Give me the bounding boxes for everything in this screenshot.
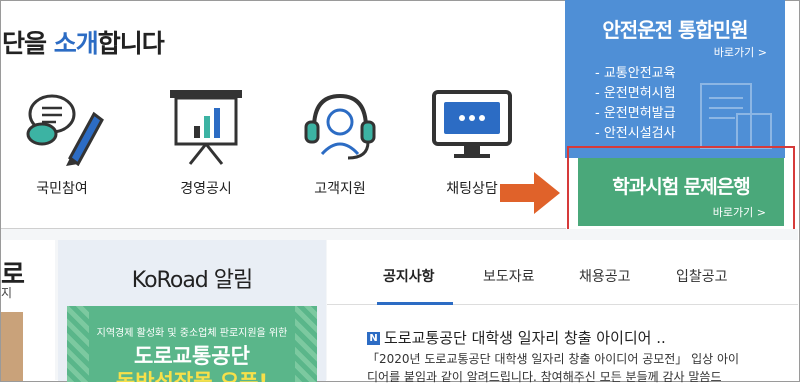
- service-management-disclosure[interactable]: 경영공시: [158, 88, 254, 198]
- koroad-news-panel: KoRoad 알림 지역경제 활성화 및 중소업체 판로지원을 위한 도로교통공…: [58, 240, 326, 382]
- notice-body: 「2020년 도로교통공단 대학생 일자리 창출 아이디어 공모전」 입상 아이…: [367, 350, 787, 386]
- headset-agent-icon: [304, 93, 376, 160]
- tab-press[interactable]: 보도자료: [483, 266, 535, 286]
- exam-bank-go-link[interactable]: 바로가기 >: [713, 204, 766, 220]
- koroad-news-title: KoRoad 알림: [131, 268, 253, 293]
- civil-service-panel[interactable]: 안전운전 통합민원 바로가기 > - 교통안전교육 - 운전면허시험 - 운전면…: [565, 0, 785, 158]
- exam-bank-button[interactable]: 학과시험 문제은행 바로가기 >: [578, 158, 784, 226]
- civil-service-item[interactable]: - 운전면허시험: [595, 84, 676, 104]
- left-panel: 로 지: [1, 240, 55, 381]
- service-customer-support[interactable]: 고객지원: [292, 88, 388, 198]
- tab-notice[interactable]: 공지사항: [383, 266, 435, 286]
- civil-service-go-link[interactable]: 바로가기 >: [714, 44, 767, 60]
- civil-service-list: - 교통안전교육 - 운전면허시험 - 운전면허발급 - 안전시설검사: [595, 64, 676, 144]
- notice-body-line: 「2020년 도로교통공단 대학생 일자리 창출 아이디어 공모전」 입상 아이: [367, 352, 740, 366]
- civil-service-title: 안전운전 통합민원: [602, 18, 748, 42]
- service-citizen-participation[interactable]: 국민참여: [14, 88, 110, 198]
- notice-panel: 공지사항 보도자료 채용공고 입찰공고 N 도로교통공단 대학생 일자리 창출 …: [327, 240, 798, 384]
- document-icon: [700, 83, 772, 149]
- exam-bank-title: 학과시험 문제은행: [612, 176, 750, 198]
- speech-pen-icon: [26, 94, 104, 167]
- arrow-right-icon: [500, 172, 560, 214]
- intro-headline: 단을 소개합니다: [2, 29, 165, 58]
- notice-headline-link[interactable]: 도로교통공단 대학생 일자리 창출 아이디어 ..: [384, 327, 666, 348]
- tab-bid[interactable]: 입찰공고: [676, 266, 728, 286]
- civil-service-item[interactable]: - 안전시설검사: [595, 124, 676, 144]
- active-tab-indicator: [377, 302, 453, 305]
- civil-service-item[interactable]: - 교통안전교육: [595, 64, 676, 84]
- civil-service-item[interactable]: - 운전면허발급: [595, 104, 676, 124]
- banner-line-1: 지역경제 활성화 및 중소업체 판로지원을 위한: [96, 328, 288, 339]
- tab-recruit[interactable]: 채용공고: [579, 266, 631, 286]
- mall-open-banner[interactable]: 지역경제 활성화 및 중소업체 판로지원을 위한 도로교통공단 동반성장몰 오픈…: [67, 306, 317, 382]
- left-panel-sub: 지: [1, 286, 13, 300]
- chat-monitor-icon: [432, 90, 512, 158]
- banner-line-3: 동반성장몰 오픈!: [115, 370, 269, 382]
- left-panel-image: [1, 312, 23, 381]
- new-badge: N: [367, 332, 380, 345]
- presentation-board-icon: [170, 90, 242, 165]
- notice-body-line: 디어를 붙임과 같이 알려드립니다. 참여해주신 모든 분들께 감사 말씀드: [367, 370, 722, 384]
